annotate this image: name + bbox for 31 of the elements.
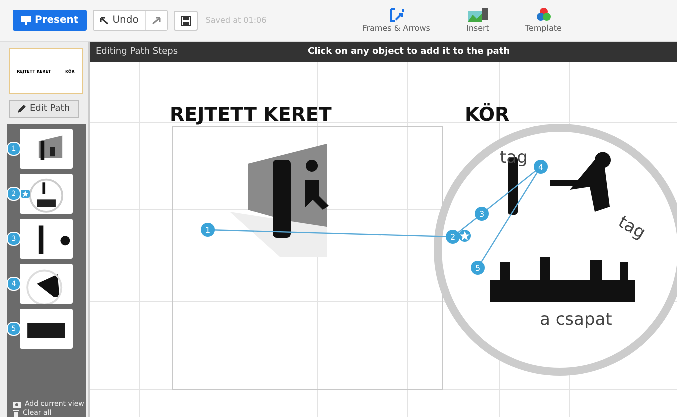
screen-icon [21,16,31,25]
save-button[interactable] [174,10,198,30]
circle-title: KÖR [465,104,510,126]
step-thumbnail[interactable] [20,129,73,169]
present-button[interactable]: Present [13,10,87,31]
camera-icon [13,400,21,408]
step-thumbnail[interactable] [20,264,73,304]
redo-button[interactable] [144,11,167,30]
toolbar-tool[interactable]: Frames & Arrows [362,8,430,33]
wall-silhouette-drawing[interactable] [230,144,329,257]
frame-title: REJTETT KERET [170,104,332,126]
mode-title: Editing Path Steps [96,47,178,57]
instruction-text: Click on any object to add it to the path [308,47,510,57]
step-thumbnail[interactable] [20,309,73,349]
saved-status: Saved at 01:06 [206,16,267,25]
trash-icon [13,410,19,416]
color-circles-icon [536,8,551,22]
image-icon [468,8,488,22]
edit-path-button[interactable]: Edit Path [8,100,80,118]
circle-label: tag [500,148,528,168]
step-thumbnail[interactable] [20,219,73,259]
circle-label: tag [614,212,649,244]
undo-arrow-icon [100,16,109,24]
toolbar-tool[interactable]: Insert [466,8,490,33]
redo-arrow-icon [152,16,161,24]
step-thumbnail[interactable] [20,174,73,214]
toolbar-tool[interactable]: Template [525,8,562,33]
circle-label: a csapat [540,310,612,330]
pencil-icon [18,105,26,113]
path-step-marker[interactable]: 1 [201,223,215,237]
frame-arrow-icon [390,8,404,22]
